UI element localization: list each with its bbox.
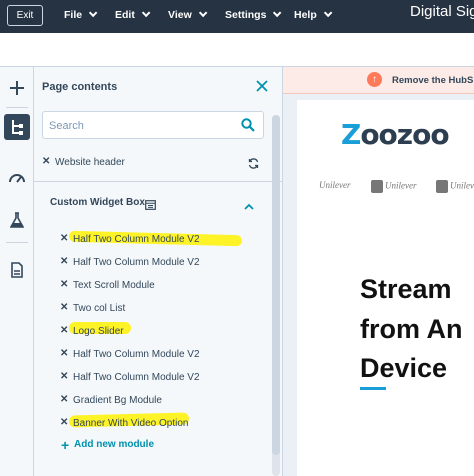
search-box xyxy=(42,111,264,139)
menu-help-label: Help xyxy=(294,9,317,21)
remove-icon[interactable]: ✕ xyxy=(60,302,68,313)
tree-icon[interactable] xyxy=(4,114,30,140)
banner-text[interactable]: Remove the HubS xyxy=(392,75,473,86)
module-item[interactable]: Half Two Column Module V2 xyxy=(73,234,200,245)
remove-icon[interactable]: ✕ xyxy=(60,279,68,290)
remove-icon[interactable]: ✕ xyxy=(60,348,68,359)
module-item[interactable]: Half Two Column Module V2 xyxy=(73,257,200,268)
chevron-down-icon xyxy=(273,8,282,18)
chevron-up-icon[interactable] xyxy=(244,198,254,216)
module-item[interactable]: Logo Slider xyxy=(73,326,124,337)
menu-edit-label: Edit xyxy=(115,9,135,21)
menu-settings[interactable]: Settings xyxy=(225,8,282,21)
remove-icon[interactable]: ✕ xyxy=(60,325,68,336)
remove-icon[interactable]: ✕ xyxy=(60,256,68,267)
remove-icon[interactable]: ✕ xyxy=(60,394,68,405)
gauge-icon[interactable] xyxy=(4,164,30,190)
brand-logo: Unilever xyxy=(319,180,351,190)
remove-icon[interactable]: ✕ xyxy=(60,233,68,244)
brand-logo: Unilever xyxy=(436,180,474,193)
logo-slider: Unilever Unilever Unilever xyxy=(319,180,474,196)
rail-divider xyxy=(6,242,28,243)
hero-headline-line: from An xyxy=(360,314,463,344)
brand-name: Unilever xyxy=(319,180,351,190)
menu-file[interactable]: File xyxy=(64,8,98,21)
brand-name: Unilever xyxy=(385,180,417,191)
unilever-icon xyxy=(371,180,383,193)
logo-letter: Z xyxy=(341,118,361,151)
module-item[interactable]: Text Scroll Module xyxy=(73,280,155,291)
remove-icon[interactable]: ✕ xyxy=(60,371,68,382)
module-item[interactable]: Banner With Video Option xyxy=(73,418,188,429)
chevron-down-icon xyxy=(141,8,151,18)
page-preview[interactable]: Zoozoo Unilever Unilever Unilever Stream… xyxy=(297,100,474,476)
panel-title: Page contents xyxy=(42,81,118,93)
website-header-item[interactable]: Website header xyxy=(55,157,125,168)
group-title[interactable]: Custom Widget Box xyxy=(50,197,145,208)
page-contents-panel: Page contents ✕ Website header Custom Wi… xyxy=(34,67,283,476)
left-rail xyxy=(0,67,34,476)
hero-headline-line: Device xyxy=(360,353,448,383)
document-icon[interactable] xyxy=(4,257,30,283)
add-icon[interactable] xyxy=(4,75,30,101)
arrow-up-icon: ↑ xyxy=(367,72,382,87)
exit-button[interactable]: Exit xyxy=(7,5,43,26)
menu-help[interactable]: Help xyxy=(294,8,333,21)
rail-divider xyxy=(6,107,28,108)
top-menu-bar: Exit File Edit View Settings Help Digita… xyxy=(0,0,474,33)
menu-edit[interactable]: Edit xyxy=(115,8,151,21)
chevron-down-icon xyxy=(88,8,98,18)
flask-icon[interactable] xyxy=(4,207,30,233)
site-logo: Zoozoo xyxy=(341,118,450,151)
add-icon[interactable]: + xyxy=(61,437,69,453)
search-input[interactable] xyxy=(49,117,229,134)
search-icon[interactable] xyxy=(241,118,255,137)
module-item[interactable]: Half Two Column Module V2 xyxy=(73,349,200,360)
module-item[interactable]: Two col List xyxy=(73,303,125,314)
unilever-icon xyxy=(436,180,448,193)
logo-text: oozoo xyxy=(360,118,449,151)
hero-headline-line: Stream xyxy=(360,274,452,304)
upgrade-banner: ↑ Remove the HubS xyxy=(283,67,474,94)
module-item[interactable]: Gradient Bg Module xyxy=(73,395,162,406)
menu-file-label: File xyxy=(64,9,83,21)
panel-scrollbar[interactable] xyxy=(272,115,280,476)
page-title: Digital Sig xyxy=(410,3,474,20)
widget-box-icon xyxy=(145,197,156,215)
remove-icon[interactable]: ✕ xyxy=(60,417,68,428)
add-module-link[interactable]: Add new module xyxy=(74,439,154,450)
menu-view[interactable]: View xyxy=(168,8,208,21)
chevron-down-icon xyxy=(323,8,333,18)
remove-icon[interactable]: ✕ xyxy=(42,156,50,167)
brand-name: Unilever xyxy=(450,180,474,191)
module-item[interactable]: Half Two Column Module V2 xyxy=(73,372,200,383)
refresh-icon[interactable] xyxy=(248,156,259,174)
menu-settings-label: Settings xyxy=(225,9,267,21)
menu-view-label: View xyxy=(168,9,192,21)
brand-logo: Unilever xyxy=(371,180,417,193)
chevron-down-icon xyxy=(198,8,208,18)
scrollbar-thumb[interactable] xyxy=(272,115,280,455)
close-icon[interactable] xyxy=(256,79,270,93)
headline-accent xyxy=(360,387,386,390)
panel-divider xyxy=(34,181,283,182)
editor-toolbar xyxy=(0,33,474,67)
